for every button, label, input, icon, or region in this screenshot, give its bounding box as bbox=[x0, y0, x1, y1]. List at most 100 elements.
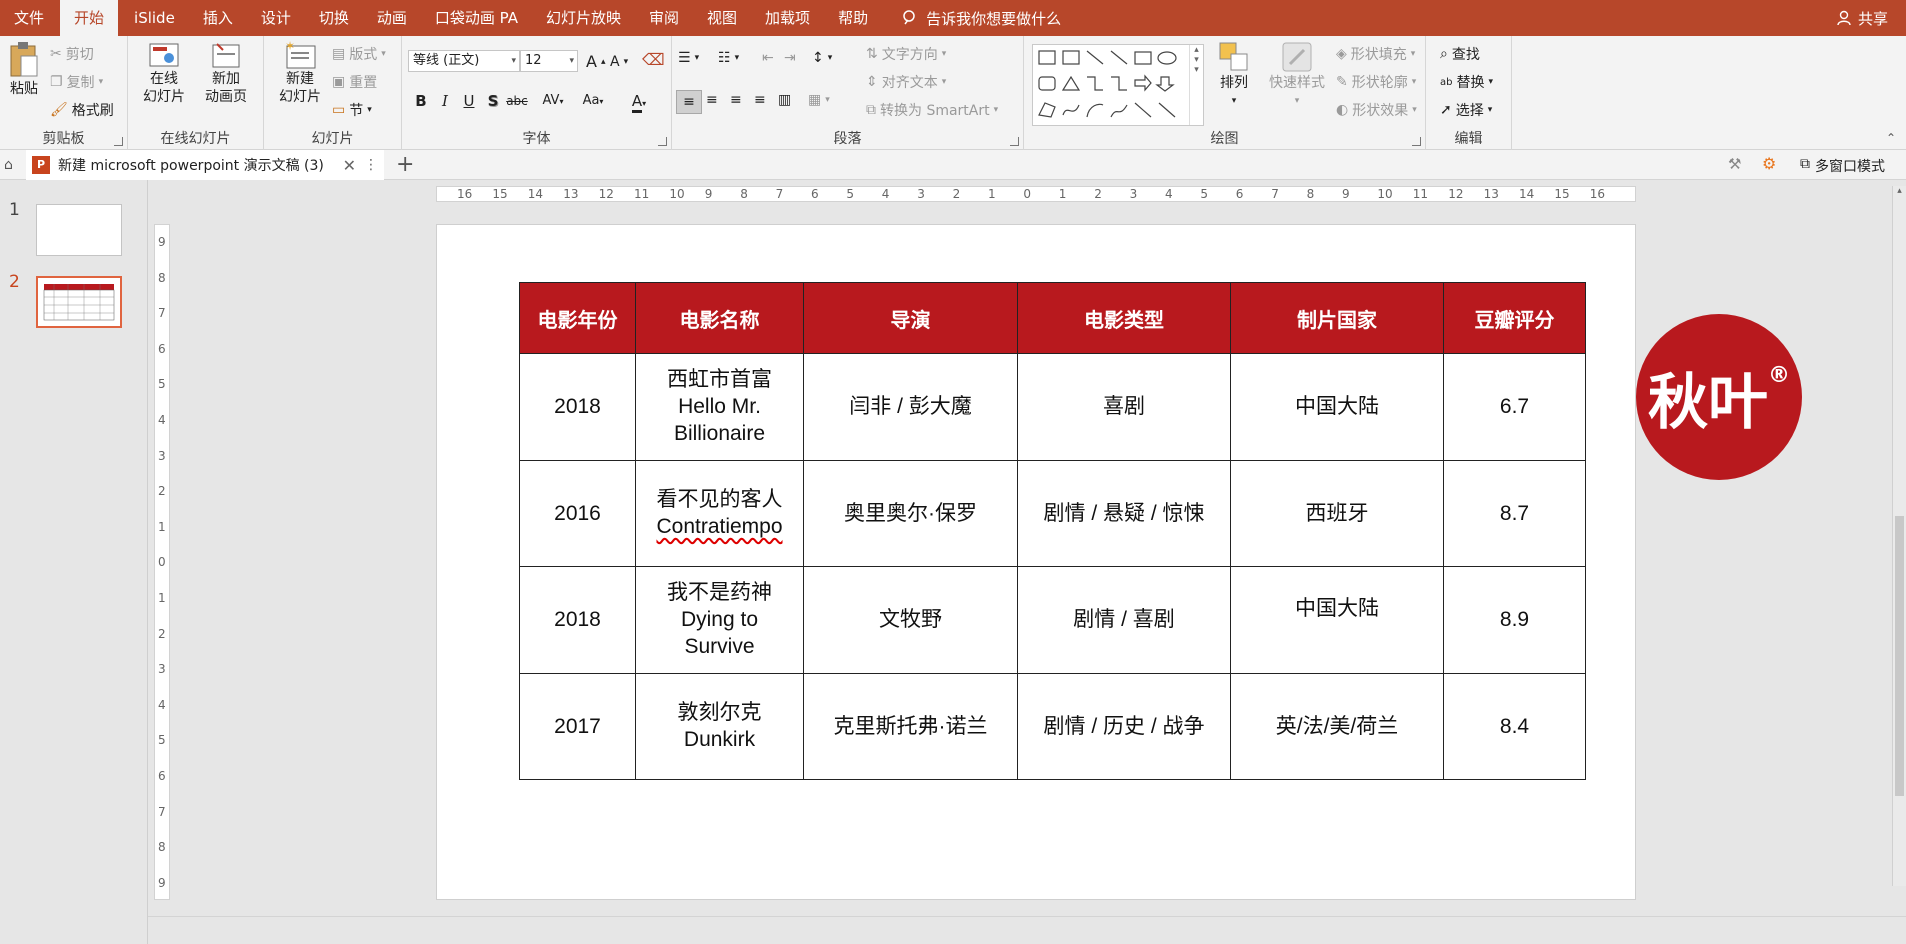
cell-title[interactable]: 看不见的客人 Contratiempo bbox=[635, 459, 804, 567]
tab-home[interactable]: 开始 bbox=[60, 0, 119, 36]
share-button[interactable]: 共享 bbox=[1836, 0, 1888, 36]
new-tab-plus-icon[interactable]: + bbox=[396, 152, 414, 177]
more-icon[interactable]: ⋮ bbox=[364, 157, 378, 173]
tab-transitions[interactable]: 切换 bbox=[305, 0, 363, 36]
cell-rating[interactable]: 8.9 bbox=[1443, 566, 1586, 674]
find-button[interactable]: ⌕ 查找 bbox=[1440, 44, 1480, 64]
close-icon[interactable]: ✕ bbox=[343, 156, 356, 175]
align-text-button[interactable]: ⇕ 对齐文本 ▾ bbox=[866, 72, 946, 92]
line-spacing-icon[interactable]: ↕ ▾ bbox=[812, 50, 832, 66]
drawing-dialog-launcher-icon[interactable] bbox=[1412, 137, 1421, 146]
align-left-icon[interactable]: ≡ bbox=[676, 90, 702, 114]
dialog-launcher-icon[interactable] bbox=[114, 137, 123, 146]
shrink-font-button[interactable]: A ▾ bbox=[610, 54, 628, 70]
arrange-button[interactable]: 排列 ▾ bbox=[1210, 40, 1258, 110]
online-slides-button[interactable]: 在线 幻灯片 bbox=[136, 40, 192, 106]
change-case-button[interactable]: Aa▾ bbox=[578, 90, 608, 112]
cell-year[interactable]: 2016 bbox=[519, 459, 636, 567]
cell-title[interactable]: 我不是药神 Dying to Survive bbox=[635, 566, 804, 674]
paragraph-dialog-launcher-icon[interactable] bbox=[1010, 137, 1019, 146]
cell-country[interactable]: 西班牙 bbox=[1230, 459, 1444, 567]
header-genre[interactable]: 电影类型 bbox=[1017, 282, 1231, 354]
cell-year[interactable]: 2018 bbox=[519, 353, 636, 461]
cell-country[interactable]: 中国大陆 bbox=[1230, 353, 1444, 461]
distributed-icon[interactable]: ▥ bbox=[778, 92, 791, 108]
tab-file[interactable]: 文件 bbox=[0, 0, 58, 36]
justify-icon[interactable]: ≡ bbox=[754, 92, 766, 108]
header-rating[interactable]: 豆瓣评分 bbox=[1443, 282, 1586, 354]
tab-addins[interactable]: 加载项 bbox=[751, 0, 824, 36]
cell-year[interactable]: 2017 bbox=[519, 672, 636, 780]
vertical-scrollbar[interactable]: ▴ bbox=[1892, 186, 1906, 886]
tab-pocket-animation[interactable]: 口袋动画 PA bbox=[421, 0, 532, 36]
columns-icon[interactable]: ▦ ▾ bbox=[808, 92, 830, 108]
font-dialog-launcher-icon[interactable] bbox=[658, 137, 667, 146]
document-tab[interactable]: P 新建 microsoft powerpoint 演示文稿 (3) ✕ ⋮ bbox=[26, 150, 384, 180]
new-animation-page-button[interactable]: 新加 动画页 bbox=[196, 40, 256, 106]
slide-thumbnail-2[interactable] bbox=[36, 276, 122, 328]
copy-button[interactable]: ❐ 复制 ▾ bbox=[50, 72, 103, 92]
text-shadow-button[interactable]: S bbox=[482, 90, 504, 112]
new-slide-button[interactable]: ✶ 新建 幻灯片 bbox=[268, 40, 332, 106]
slide-canvas[interactable]: 电影年份 电影名称 导演 电影类型 制片国家 豆瓣评分 2018 西虹市首富 He… bbox=[436, 224, 1636, 900]
select-button[interactable]: ➚ 选择 ▾ bbox=[1440, 100, 1492, 120]
align-right-icon[interactable]: ≡ bbox=[730, 92, 742, 108]
tool-icon[interactable]: ⚒ bbox=[1728, 155, 1741, 173]
cell-director[interactable]: 闫非 / 彭大魔 bbox=[803, 353, 1018, 461]
tab-islide[interactable]: iSlide bbox=[120, 0, 189, 36]
char-spacing-button[interactable]: AV▾ bbox=[538, 90, 568, 112]
settings-gear-icon[interactable]: ⚙ bbox=[1762, 154, 1776, 173]
scroll-thumb[interactable] bbox=[1895, 516, 1904, 796]
tab-view[interactable]: 视图 bbox=[693, 0, 751, 36]
shape-outline-button[interactable]: ✎ 形状轮廓 ▾ bbox=[1336, 72, 1416, 92]
collapse-ribbon-icon[interactable]: ⌃ bbox=[1886, 131, 1896, 145]
smartart-button[interactable]: ⧉ 转换为 SmartArt ▾ bbox=[866, 100, 998, 120]
decrease-indent-icon[interactable]: ⇤ bbox=[762, 50, 774, 66]
strikethrough-button[interactable]: abc bbox=[506, 90, 528, 112]
bold-button[interactable]: B bbox=[410, 90, 432, 112]
slide-thumbnail-1[interactable] bbox=[36, 204, 122, 256]
reset-button[interactable]: ▣ 重置 bbox=[332, 72, 377, 92]
multiwindow-button[interactable]: ⧉ 多窗口模式 bbox=[1800, 156, 1885, 176]
movie-table[interactable]: 电影年份 电影名称 导演 电影类型 制片国家 豆瓣评分 2018 西虹市首富 He… bbox=[519, 282, 1586, 780]
cell-title[interactable]: 敦刻尔克 Dunkirk bbox=[635, 672, 804, 780]
section-button[interactable]: ▭ 节 ▾ bbox=[332, 100, 372, 120]
header-country[interactable]: 制片国家 bbox=[1230, 282, 1444, 354]
align-center-icon[interactable]: ≡ bbox=[706, 92, 718, 108]
underline-button[interactable]: U bbox=[458, 90, 480, 112]
tab-design[interactable]: 设计 bbox=[247, 0, 305, 36]
font-color-button[interactable]: A▾ bbox=[624, 90, 654, 113]
cell-rating[interactable]: 8.7 bbox=[1443, 459, 1586, 567]
numbering-icon[interactable]: ☷ ▾ bbox=[718, 50, 739, 66]
cell-genre[interactable]: 剧情 / 悬疑 / 惊悚 bbox=[1017, 459, 1231, 567]
cell-genre[interactable]: 剧情 / 历史 / 战争 bbox=[1017, 672, 1231, 780]
cell-genre[interactable]: 剧情 / 喜剧 bbox=[1017, 566, 1231, 674]
increase-indent-icon[interactable]: ⇥ bbox=[784, 50, 796, 66]
cell-title[interactable]: 西虹市首富 Hello Mr. Billionaire bbox=[635, 353, 804, 461]
tell-me-box[interactable]: 告诉我你想要做什么 bbox=[900, 8, 1061, 29]
font-name-select[interactable]: 等线 (正文) ▾ bbox=[408, 50, 520, 72]
replace-button[interactable]: ab 替换 ▾ bbox=[1440, 72, 1493, 92]
tab-help[interactable]: 帮助 bbox=[824, 0, 882, 36]
text-direction-button[interactable]: ⇅ 文字方向 ▾ bbox=[866, 44, 946, 64]
header-year[interactable]: 电影年份 bbox=[519, 282, 636, 354]
font-size-select[interactable]: 12 ▾ bbox=[520, 50, 578, 72]
gallery-scroll-icon[interactable]: ▴ ▾ ▾ bbox=[1189, 45, 1203, 125]
header-title[interactable]: 电影名称 bbox=[635, 282, 804, 354]
quick-styles-button[interactable]: 快速样式 ▾ bbox=[1262, 40, 1332, 110]
cell-country[interactable]: 中国大陆 bbox=[1230, 566, 1444, 674]
cell-director[interactable]: 奥里奥尔·保罗 bbox=[803, 459, 1018, 567]
cell-country[interactable]: 英/法/美/荷兰 bbox=[1230, 672, 1444, 780]
shape-fill-button[interactable]: ◈ 形状填充 ▾ bbox=[1336, 44, 1415, 64]
layout-button[interactable]: ▤ 版式 ▾ bbox=[332, 44, 386, 64]
grow-font-button[interactable]: A ▴ bbox=[586, 52, 605, 71]
paste-button[interactable]: 粘贴 bbox=[4, 40, 44, 98]
bullets-icon[interactable]: ☰ ▾ bbox=[678, 50, 699, 66]
format-painter-button[interactable]: 🖌 格式刷 bbox=[50, 100, 114, 120]
cut-button[interactable]: ✂ 剪切 bbox=[50, 44, 94, 64]
cell-year[interactable]: 2018 bbox=[519, 566, 636, 674]
italic-button[interactable]: I bbox=[434, 90, 456, 112]
scroll-up-icon[interactable]: ▴ bbox=[1893, 186, 1906, 196]
tab-insert[interactable]: 插入 bbox=[189, 0, 247, 36]
tab-review[interactable]: 审阅 bbox=[635, 0, 693, 36]
